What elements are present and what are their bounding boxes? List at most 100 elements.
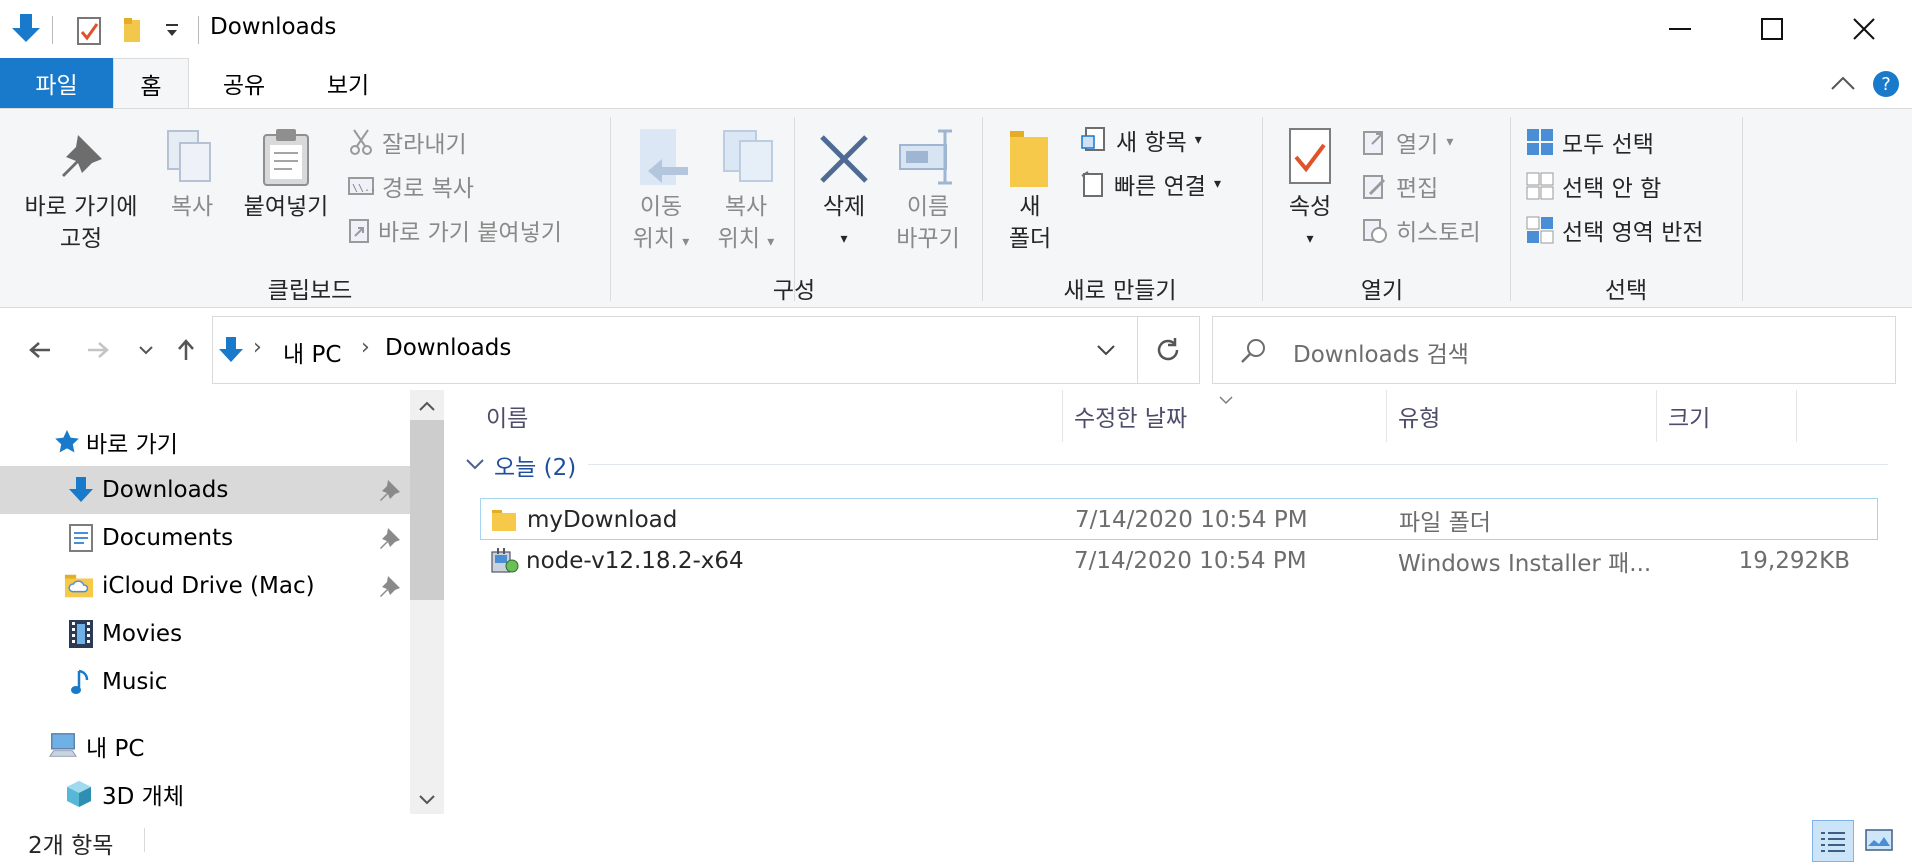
copy-to-icon <box>722 127 776 189</box>
documents-icon <box>66 523 96 553</box>
navigation-pane: 바로 가기 Downloads Documents iCloud Drive (… <box>0 390 444 814</box>
tab-file[interactable]: 파일 <box>0 58 113 108</box>
paste-shortcut-button[interactable]: 바로 가기 붙여넣기 <box>348 213 562 247</box>
tree-item-3d-objects[interactable]: 3D 개체 <box>0 770 410 818</box>
column-header-name[interactable]: 이름 <box>486 394 1066 438</box>
scissors-icon <box>350 129 372 155</box>
table-row[interactable]: myDownload 7/14/2020 10:54 PM 파일 폴더 <box>480 498 1878 540</box>
ribbon: 바로 가기에 고정 복사 붙여넣기 잘라내기 \\.. 경로 복사 바로 가기 … <box>0 108 1912 308</box>
maximize-button[interactable] <box>1726 0 1818 58</box>
customize-toolbar-chevron-icon[interactable] <box>164 20 180 40</box>
forward-button[interactable] <box>78 330 118 370</box>
tree-item-label: iCloud Drive (Mac) <box>102 573 315 599</box>
up-button[interactable] <box>166 330 206 370</box>
download-arrow-icon[interactable] <box>10 12 42 46</box>
properties-icon[interactable] <box>76 16 102 46</box>
pin-to-quick-access-button[interactable]: 바로 가기에 고정 <box>10 191 152 255</box>
address-history-chevron-icon[interactable] <box>1095 341 1117 359</box>
film-icon <box>66 619 96 649</box>
computer-icon <box>48 731 78 761</box>
help-icon[interactable]: ? <box>1872 70 1900 98</box>
table-row[interactable]: node-v12.18.2-x64 7/14/2020 10:54 PM Win… <box>480 540 1878 582</box>
paste-shortcut-icon <box>349 219 369 243</box>
easy-access-button[interactable]: 빠른 연결 ▾ <box>1080 167 1221 201</box>
details-view-button[interactable] <box>1812 820 1854 862</box>
icloud-folder-icon <box>64 571 94 601</box>
properties-button[interactable]: 속성 ▾ <box>1274 191 1346 255</box>
group-label-open: 열기 <box>1360 278 1404 304</box>
title-bar: Downloads <box>0 0 1912 58</box>
copy-path-button[interactable]: \\.. 경로 복사 <box>348 169 474 203</box>
large-icons-view-button[interactable] <box>1858 820 1900 862</box>
tree-this-pc[interactable]: 내 PC <box>0 722 410 770</box>
scroll-up-chevron-icon[interactable] <box>418 398 436 412</box>
edit-icon <box>1363 175 1386 199</box>
rename-button[interactable]: 이름 바꾸기 <box>884 191 972 255</box>
properties-label: 속성 <box>1288 194 1332 220</box>
tree-item-downloads[interactable]: Downloads <box>0 466 410 514</box>
details-view-icon <box>1821 832 1845 852</box>
back-button[interactable] <box>20 330 60 370</box>
breadcrumb-downloads[interactable]: Downloads <box>385 335 511 361</box>
new-folder-line1: 새 <box>1019 194 1041 220</box>
file-date: 7/14/2020 10:54 PM <box>1075 507 1308 533</box>
tree-item-documents[interactable]: Documents <box>0 514 410 562</box>
tree-quick-access[interactable]: 바로 가기 <box>0 418 410 466</box>
navigation-row: › 내 PC › Downloads Downloads 검색 <box>0 310 1912 390</box>
new-item-icon <box>1081 127 1105 151</box>
copy-button[interactable]: 복사 <box>156 191 228 223</box>
copy-to-button[interactable]: 복사 위치 ▾ <box>704 191 788 258</box>
group-header-today[interactable]: 오늘 (2) <box>494 448 576 482</box>
tab-home[interactable]: 홈 <box>113 58 189 109</box>
star-icon <box>52 427 82 457</box>
tree-item-movies[interactable]: Movies <box>0 610 410 658</box>
pin-label-line1: 바로 가기에 <box>24 194 138 220</box>
navpane-scrollbar-thumb[interactable] <box>410 420 444 600</box>
delete-label: 삭제 <box>822 194 866 220</box>
column-header-type[interactable]: 유형 <box>1398 394 1658 438</box>
pin-icon[interactable] <box>378 478 402 502</box>
back-arrow-icon <box>29 342 50 358</box>
scroll-down-chevron-icon[interactable] <box>418 792 436 806</box>
select-none-button[interactable]: 선택 안 함 <box>1526 169 1661 203</box>
invert-selection-button[interactable]: 선택 영역 반전 <box>1526 213 1704 247</box>
new-folder-button[interactable]: 새 폴더 <box>994 191 1066 255</box>
history-button[interactable]: 히스토리 <box>1362 213 1481 247</box>
close-button[interactable] <box>1818 0 1910 58</box>
rename-line1: 이름 <box>906 194 950 220</box>
pin-icon[interactable] <box>378 574 402 598</box>
collapse-ribbon-chevron-icon[interactable] <box>1830 74 1856 92</box>
column-header-size[interactable]: 크기 <box>1668 394 1798 438</box>
move-to-line2: 위치 <box>632 226 675 252</box>
search-box[interactable]: Downloads 검색 <box>1212 316 1896 384</box>
group-label-new: 새로 만들기 <box>1063 278 1177 304</box>
open-button[interactable]: 열기 ▾ <box>1362 125 1453 159</box>
tab-view[interactable]: 보기 <box>304 58 392 108</box>
new-folder-icon[interactable] <box>122 16 144 44</box>
paste-button[interactable]: 붙여넣기 <box>236 191 336 223</box>
navpane-scrollbar[interactable] <box>410 390 444 814</box>
recent-locations-button[interactable] <box>126 330 166 370</box>
minimize-button[interactable] <box>1634 0 1726 58</box>
move-to-button[interactable]: 이동 위치 ▾ <box>620 191 702 258</box>
column-header-date[interactable]: 수정한 날짜 <box>1074 394 1394 438</box>
refresh-icon[interactable] <box>1153 335 1183 365</box>
tree-item-icloud-drive[interactable]: iCloud Drive (Mac) <box>0 562 410 610</box>
address-bar[interactable]: › 내 PC › Downloads <box>212 316 1200 384</box>
tab-share[interactable]: 공유 <box>200 58 288 108</box>
edit-button[interactable]: 편집 <box>1362 169 1438 203</box>
group-collapse-chevron-icon[interactable] <box>464 456 486 472</box>
breadcrumb-separator-icon: › <box>253 335 262 360</box>
tree-item-music[interactable]: Music <box>0 658 410 706</box>
search-input[interactable]: Downloads 검색 <box>1293 335 1469 369</box>
breadcrumb-this-pc[interactable]: 내 PC <box>283 335 341 369</box>
cube-icon <box>64 779 94 809</box>
open-icon <box>1363 131 1383 155</box>
folder-icon <box>491 499 521 541</box>
delete-button[interactable]: 삭제 ▾ <box>806 191 882 255</box>
cut-button[interactable]: 잘라내기 <box>348 125 467 159</box>
select-all-button[interactable]: 모두 선택 <box>1526 125 1654 159</box>
new-item-button[interactable]: 새 항목 ▾ <box>1080 123 1202 157</box>
properties-big-icon <box>1288 127 1332 187</box>
pin-icon[interactable] <box>378 526 402 550</box>
